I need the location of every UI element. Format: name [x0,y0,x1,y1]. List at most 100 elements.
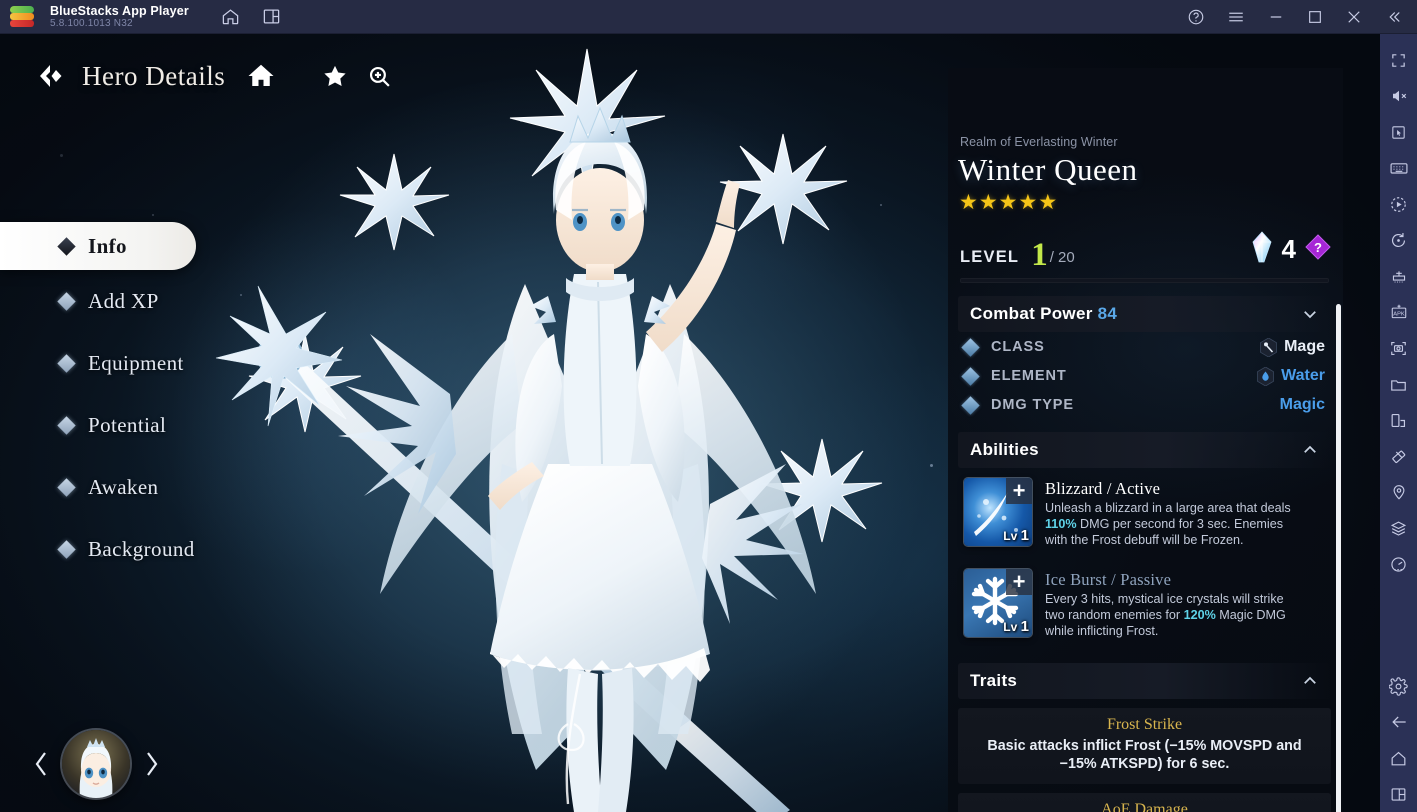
help-icon[interactable] [1187,8,1205,26]
menu-icon[interactable] [1227,8,1245,26]
sparkle [152,214,154,216]
abilities-label: Abilities [970,440,1039,459]
search-icon[interactable] [357,54,401,98]
sidebar-item-background[interactable]: Background [0,518,210,580]
crystal-icon [1251,231,1273,268]
bluestacks-titlebar: BlueStacks App Player 5.8.100.1013 N32 [0,0,1417,34]
combat-power-header[interactable]: Combat Power 84 [958,296,1331,332]
star-icon: ★ [1038,191,1058,214]
instance-manager-icon[interactable] [262,7,281,26]
chevron-down-icon[interactable] [1301,305,1319,323]
multi-instance-icon[interactable] [1380,258,1417,294]
sidebar-item-equipment[interactable]: Equipment [0,332,210,394]
combat-power-label: Combat Power [970,304,1093,323]
diamond-bullet-icon [57,415,76,435]
sidebar-item-potential[interactable]: Potential [0,394,210,456]
bluestacks-logo-icon [10,5,34,28]
level-progress-bar [960,278,1329,283]
stat-row-element: ELEMENT Water [958,362,1331,390]
maximize-icon[interactable] [1307,9,1323,25]
sidebar-item-awaken[interactable]: Awaken [0,456,210,518]
sparkle [60,154,63,157]
macro-recorder-icon[interactable] [1380,186,1417,222]
abilities-header[interactable]: Abilities [958,432,1331,468]
diamond-bullet-icon [961,395,980,415]
traits-header[interactable]: Traits [958,662,1331,699]
rotate-icon[interactable] [1380,222,1417,258]
sidebar-item-info[interactable]: Info [0,222,196,270]
stat-value: Water [1281,367,1325,384]
upgrade-ability-button[interactable]: + [1006,568,1032,595]
cursor-icon[interactable] [1380,114,1417,150]
star-icon: ★ [978,191,998,214]
recent-apps-icon[interactable] [1380,776,1417,812]
question-diamond-icon[interactable]: ? [1305,234,1331,265]
hero-info-panel: Realm of Everlasting Winter Winter Queen… [948,68,1343,812]
stat-value: Magic [1279,396,1325,413]
hero-nav: Info Add XP Equipment Potential Awaken B… [0,222,210,580]
next-hero-button[interactable] [138,745,164,783]
diamond-bullet-icon [57,291,76,311]
trait-name: Frost Strike [1106,715,1183,733]
copy-to-instance-icon[interactable] [1380,402,1417,438]
location-icon[interactable] [1380,474,1417,510]
collapse-sidebar-icon[interactable] [1385,8,1403,26]
home-icon[interactable] [221,7,240,26]
stat-key: CLASS [991,339,1045,355]
performance-icon[interactable] [1380,546,1417,582]
sparkle [240,294,242,296]
media-folder-icon[interactable] [1380,366,1417,402]
water-element-icon [1256,366,1274,386]
layers-icon[interactable] [1380,510,1417,546]
ability-description: Every 3 hits, mystical ice crystals will… [1045,591,1286,638]
sidebar-item-label: Potential [88,412,167,437]
sidebar-item-label: Awaken [88,474,159,499]
sparkle [930,464,933,467]
settings-gear-icon[interactable] [1380,668,1417,704]
blizzard-ability-icon[interactable]: + Lv 1 [964,478,1032,546]
level-max: / 20 [1049,249,1075,266]
home-icon[interactable] [239,54,283,98]
ability-item[interactable]: + Lv 1 Blizzard / Active Unleash a blizz… [958,468,1331,559]
favorite-star-icon[interactable] [313,54,357,98]
android-home-icon[interactable] [1380,740,1417,776]
back-button[interactable] [28,54,72,98]
bluestacks-tool-sidebar: APK [1380,34,1417,812]
sidebar-item-label: Add XP [88,288,159,313]
fullscreen-icon[interactable] [1380,42,1417,78]
minimize-icon[interactable] [1267,8,1285,26]
stat-row-class: CLASS Mage [958,333,1331,361]
sidebar-item-label: Background [88,536,195,561]
diamond-bullet-icon [961,337,980,357]
hero-realm: Realm of Everlasting Winter [960,135,1118,149]
keyboard-icon[interactable] [1380,150,1417,186]
level-current: 1 [1031,236,1048,273]
back-arrow-icon[interactable] [1380,704,1417,740]
chevron-up-icon[interactable] [1301,441,1319,459]
star-icon: ★ [998,191,1018,214]
close-icon[interactable] [1345,8,1363,26]
ice-burst-ability-icon[interactable]: + Lv 1 [964,568,1032,637]
ability-title: Blizzard / Active [1045,479,1161,498]
ability-item[interactable]: + Lv 1 Ice Burst / Passive Every 3 hits,… [958,559,1331,650]
sidebar-item-add-xp[interactable]: Add XP [0,270,210,332]
combat-power-value: 84 [1097,304,1118,323]
upgrade-ability-button[interactable]: + [1006,478,1032,504]
star-icon: ★ [1018,191,1038,214]
diamond-bullet-icon [57,236,76,256]
hero-artwork [150,34,980,812]
hero-rarity-stars: ★ ★ ★ ★ ★ [959,192,1331,213]
screenshot-icon[interactable] [1380,330,1417,366]
avatar[interactable] [62,730,130,798]
stat-row-dmg-type: DMG TYPE Magic [958,391,1331,419]
panel-scrollbar[interactable] [1336,304,1341,812]
trait-description: Basic attacks inflict Frost (−15% MOVSPD… [987,737,1302,773]
gem-count: 4 [1281,234,1296,264]
mute-icon[interactable] [1380,78,1417,114]
trait-item: Frost Strike Basic attacks inflict Frost… [958,707,1331,784]
install-apk-icon[interactable]: APK [1380,294,1417,330]
eraser-icon[interactable] [1380,438,1417,474]
chevron-up-icon[interactable] [1301,672,1319,690]
trait-name: AoE Damage [1101,800,1188,812]
prev-hero-button[interactable] [28,745,54,783]
